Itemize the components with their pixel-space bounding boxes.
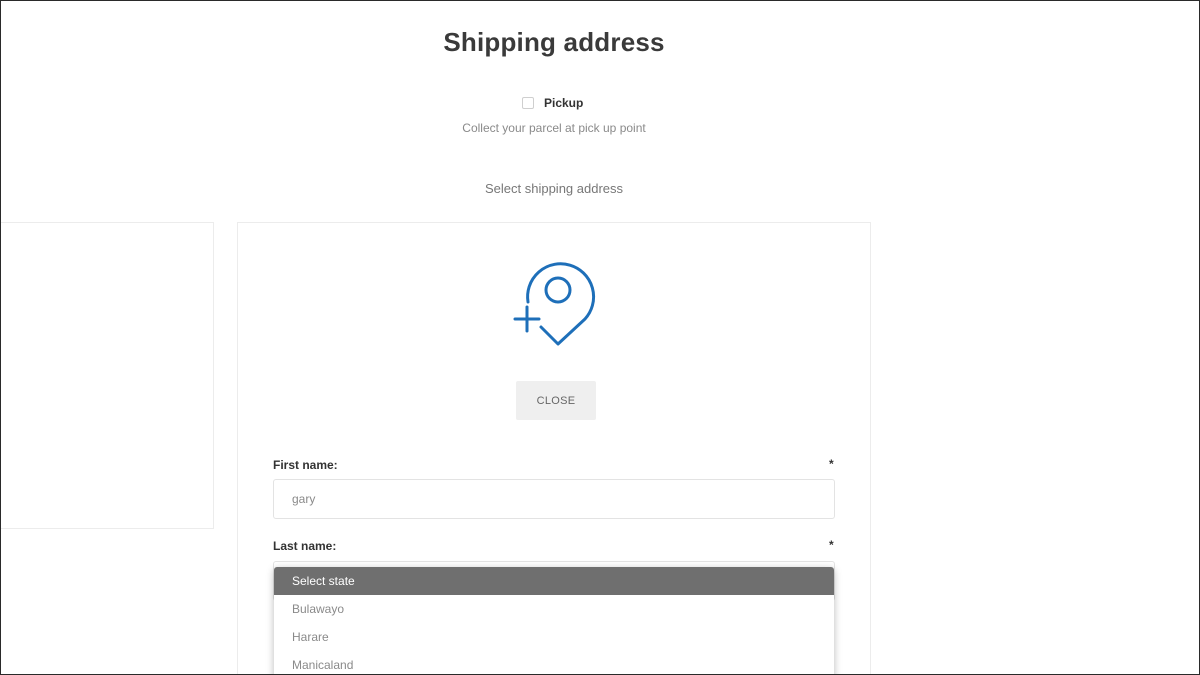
first-name-required-mark: * (829, 457, 834, 471)
pickup-label: Pickup (544, 96, 584, 110)
state-option-bulawayo[interactable]: Bulawayo (274, 595, 834, 623)
pickup-checkbox[interactable] (522, 97, 534, 109)
state-option-harare[interactable]: Harare (274, 623, 834, 651)
state-option-manicaland[interactable]: Manicaland (274, 651, 834, 674)
select-shipping-address-label: Select shipping address (484, 181, 624, 196)
page-frame: Shipping address Pickup Collect your par… (0, 0, 1200, 675)
map-pin-plus-icon (513, 262, 596, 346)
state-dropdown-list[interactable]: Select state Bulawayo Harare Manicaland (274, 567, 834, 674)
saved-address-card[interactable] (1, 222, 214, 529)
first-name-label: First name: (273, 458, 338, 472)
pickup-description: Collect your parcel at pick up point (462, 121, 646, 135)
pickup-option[interactable]: Pickup (522, 95, 583, 111)
first-name-input[interactable] (273, 479, 835, 519)
last-name-label: Last name: (273, 539, 337, 553)
last-name-required-mark: * (829, 538, 834, 552)
page-title: Shipping address (443, 27, 665, 57)
close-button[interactable]: CLOSE (516, 381, 596, 420)
state-option-select-state[interactable]: Select state (274, 567, 834, 595)
